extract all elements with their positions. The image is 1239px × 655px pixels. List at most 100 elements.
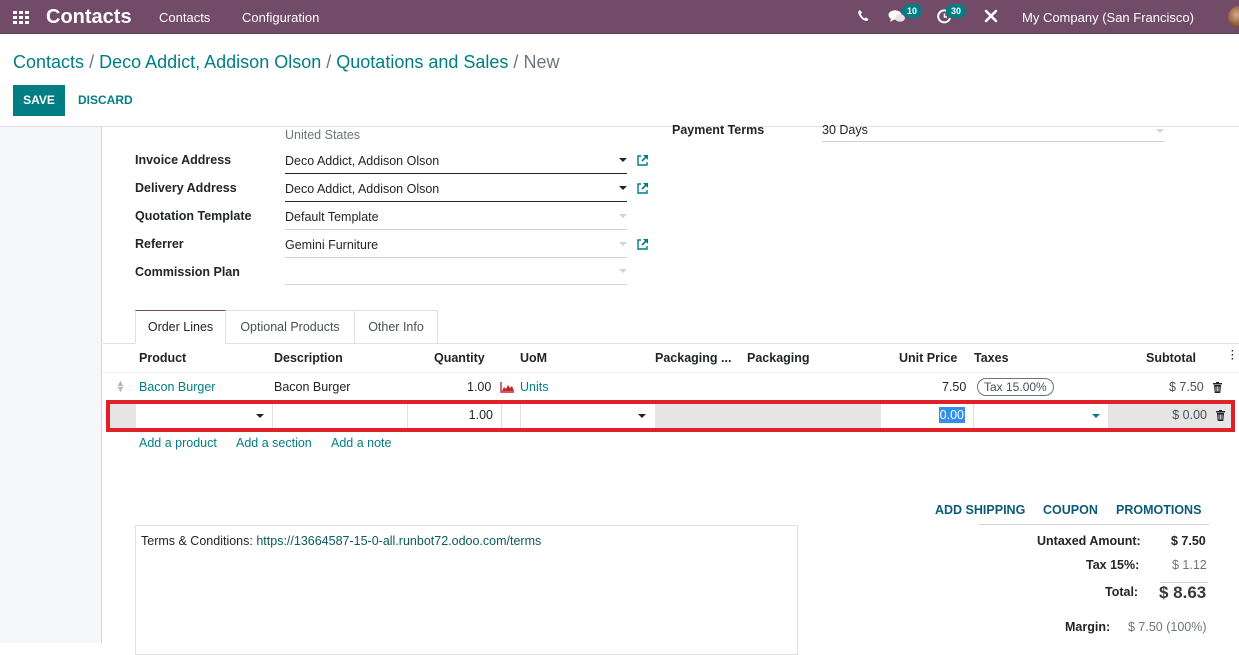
add-product-link[interactable]: Add a product: [139, 436, 217, 450]
external-link-icon[interactable]: [636, 238, 649, 251]
row-handle-cell: [110, 404, 136, 428]
column-subtotal[interactable]: Subtotal: [1146, 351, 1196, 365]
quantity-input[interactable]: 1.00: [409, 404, 502, 428]
commission-plan-label: Commission Plan: [135, 265, 240, 279]
chevron-down-icon[interactable]: [256, 414, 264, 418]
subtotal-cell: $ 0.00: [1108, 404, 1231, 428]
chevron-down-icon[interactable]: [619, 186, 627, 190]
description-input[interactable]: [274, 404, 408, 428]
phone-icon[interactable]: [857, 9, 869, 25]
tab-other-info[interactable]: Other Info: [354, 310, 438, 344]
tax-value: $ 1.12: [1172, 558, 1207, 572]
margin-value: $ 7.50 (100%): [1128, 620, 1207, 634]
user-avatar[interactable]: [1228, 6, 1239, 28]
commission-plan-field[interactable]: [285, 263, 627, 285]
breadcrumb-separator: /: [326, 52, 332, 72]
row-product[interactable]: Bacon Burger: [139, 380, 215, 394]
invoice-address-value: Deco Addict, Addison Olson: [285, 154, 440, 168]
breadcrumb-partner[interactable]: Deco Addict, Addison Olson: [99, 52, 321, 72]
referrer-field[interactable]: Gemini Furniture: [285, 236, 627, 258]
packaging-cells: [655, 404, 881, 428]
column-uom[interactable]: UoM: [520, 351, 547, 365]
quantity-input-value: 1.00: [468, 408, 493, 422]
tools-icon[interactable]: [984, 9, 998, 26]
uom-input[interactable]: [520, 404, 654, 428]
tax-label: Tax 15%:: [1086, 558, 1140, 572]
row-subtotal: $ 7.50: [1169, 380, 1204, 394]
unit-price-input[interactable]: 0.00: [881, 404, 973, 428]
payment-terms-field[interactable]: 30 Days: [822, 123, 1164, 142]
trash-icon[interactable]: [1213, 382, 1222, 393]
tab-optional-products[interactable]: Optional Products: [225, 310, 355, 344]
total-value: $ 8.63: [1159, 583, 1207, 602]
breadcrumb-quotations[interactable]: Quotations and Sales: [336, 52, 508, 72]
editing-row[interactable]: 1.00 0.00 $ 0.00: [106, 400, 1235, 432]
chevron-down-icon[interactable]: [619, 214, 627, 218]
payment-terms-label: Payment Terms: [672, 123, 765, 137]
column-packaging[interactable]: Packaging: [747, 351, 810, 365]
add-section-link[interactable]: Add a section: [236, 436, 312, 450]
column-packaging-qty[interactable]: Packaging ...: [655, 351, 731, 365]
total-label: Total:: [1105, 585, 1139, 599]
add-shipping-button[interactable]: ADD SHIPPING: [935, 503, 1025, 517]
form-sheet-background: [0, 127, 102, 643]
breadcrumb-separator: /: [513, 52, 519, 72]
invoice-address-field[interactable]: Deco Addict, Addison Olson: [285, 152, 627, 174]
row-uom[interactable]: Units: [520, 380, 548, 394]
invoice-address-label: Invoice Address: [135, 153, 232, 167]
promotions-button[interactable]: PROMOTIONS: [1116, 503, 1201, 517]
delivery-address-label: Delivery Address: [135, 181, 237, 195]
messages-count-badge: 10: [902, 4, 923, 18]
margin-label: Margin:: [1065, 620, 1111, 634]
column-product[interactable]: Product: [139, 351, 186, 365]
column-unit-price[interactable]: Unit Price: [899, 351, 957, 365]
menu-contacts[interactable]: Contacts: [159, 10, 210, 25]
terms-url[interactable]: https://13664587-15-0-all.runbot72.odoo.…: [256, 534, 541, 548]
activities-count-badge: 30: [946, 4, 967, 18]
column-description[interactable]: Description: [274, 351, 343, 365]
partner-country: United States: [285, 128, 361, 142]
app-name[interactable]: Contacts: [46, 6, 132, 29]
row-description[interactable]: Bacon Burger: [274, 380, 350, 394]
forecast-chart-icon[interactable]: [500, 381, 515, 393]
add-note-link[interactable]: Add a note: [331, 436, 391, 450]
apps-menu-icon[interactable]: [13, 11, 30, 24]
top-navbar: Contacts Contacts Configuration 10 30 My…: [0, 0, 1239, 34]
chevron-down-icon[interactable]: [619, 242, 627, 246]
column-taxes[interactable]: Taxes: [974, 351, 1009, 365]
optional-columns-icon[interactable]: · · ·: [1231, 347, 1234, 365]
chevron-down-icon[interactable]: [619, 269, 627, 273]
breadcrumb: Contacts / Deco Addict, Addison Olson / …: [13, 52, 559, 73]
chevron-down-icon[interactable]: [1092, 414, 1100, 418]
external-link-icon[interactable]: [636, 154, 649, 167]
quotation-template-field[interactable]: Default Template: [285, 208, 627, 230]
row-unit-price[interactable]: 7.50: [942, 380, 966, 394]
drag-handle-icon[interactable]: ▲ ▼: [116, 379, 125, 394]
tab-order-lines[interactable]: Order Lines: [135, 310, 226, 344]
chevron-down-icon[interactable]: [619, 158, 627, 162]
column-quantity[interactable]: Quantity: [434, 351, 485, 365]
tax-badge[interactable]: Tax 15.00%: [977, 378, 1054, 396]
coupon-button[interactable]: COUPON: [1043, 503, 1098, 517]
editing-subtotal: $ 0.00: [1172, 408, 1207, 422]
table-row[interactable]: ▲ ▼ Bacon Burger Bacon Burger 1.00 Units …: [103, 372, 1239, 401]
trash-icon[interactable]: [1216, 410, 1225, 421]
company-switcher[interactable]: My Company (San Francisco): [1022, 10, 1194, 25]
chevron-down-icon[interactable]: [1156, 129, 1164, 133]
referrer-value: Gemini Furniture: [285, 238, 379, 252]
terms-conditions-input[interactable]: Terms & Conditions: https://13664587-15-…: [135, 525, 798, 655]
untaxed-amount-label: Untaxed Amount:: [1037, 534, 1141, 548]
untaxed-amount-value: $ 7.50: [1171, 534, 1206, 548]
terms-label: Terms & Conditions:: [141, 534, 253, 548]
chevron-down-icon[interactable]: [638, 414, 646, 418]
save-button[interactable]: SAVE: [13, 85, 65, 116]
breadcrumb-contacts[interactable]: Contacts: [13, 52, 84, 72]
referrer-label: Referrer: [135, 237, 184, 251]
menu-configuration[interactable]: Configuration: [242, 10, 319, 25]
row-quantity[interactable]: 1.00: [467, 380, 491, 394]
delivery-address-field[interactable]: Deco Addict, Addison Olson: [285, 180, 627, 202]
product-input[interactable]: [136, 404, 273, 428]
discard-button[interactable]: DISCARD: [78, 93, 133, 107]
taxes-input[interactable]: [973, 404, 1108, 428]
external-link-icon[interactable]: [636, 182, 649, 195]
